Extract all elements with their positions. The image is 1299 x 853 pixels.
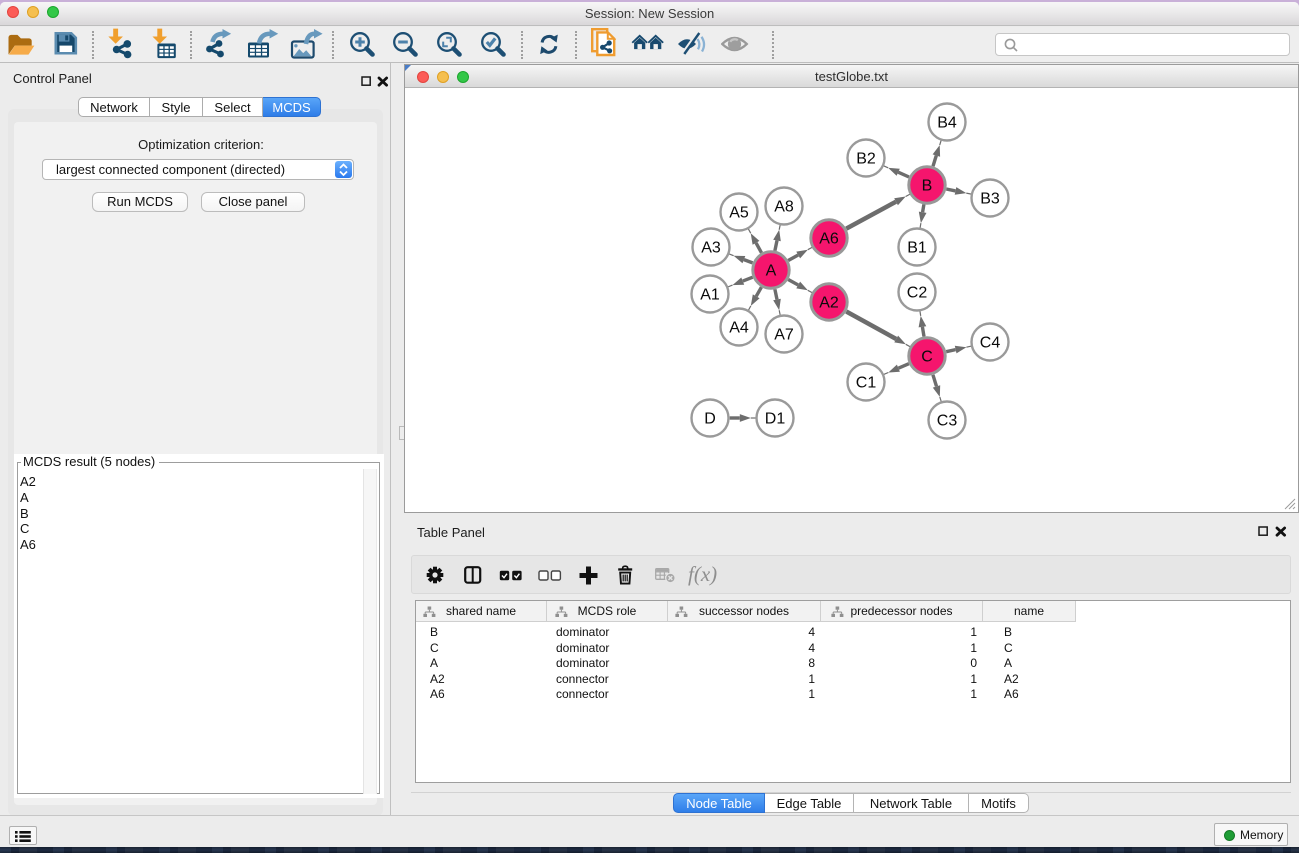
svg-text:C2: C2 [907, 285, 928, 302]
svg-text:A: A [766, 263, 777, 280]
svg-text:D: D [704, 411, 716, 428]
svg-text:C: C [921, 349, 933, 366]
svg-text:B2: B2 [856, 151, 876, 168]
svg-text:A7: A7 [774, 327, 794, 344]
svg-text:B4: B4 [937, 115, 957, 132]
svg-text:A5: A5 [729, 205, 749, 222]
svg-text:A2: A2 [819, 295, 839, 312]
svg-text:C1: C1 [856, 375, 877, 392]
svg-text:B1: B1 [907, 240, 927, 257]
svg-text:A1: A1 [700, 287, 720, 304]
svg-text:A8: A8 [774, 199, 794, 216]
svg-text:D1: D1 [765, 411, 786, 428]
svg-text:C4: C4 [980, 335, 1001, 352]
svg-text:B3: B3 [980, 191, 1000, 208]
svg-text:C3: C3 [937, 413, 958, 430]
svg-text:A4: A4 [729, 320, 749, 337]
svg-text:A3: A3 [701, 240, 721, 257]
svg-text:A6: A6 [819, 231, 839, 248]
svg-text:B: B [922, 178, 933, 195]
